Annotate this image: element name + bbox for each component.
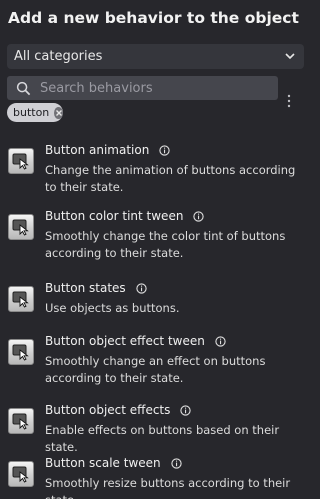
behavior-name: Button object effect tween (45, 334, 226, 348)
behavior-description: Use objects as buttons. (45, 301, 180, 315)
behavior-name: Button object effects (45, 403, 192, 417)
behavior-description: Smoothly change an effect on buttons acc… (45, 354, 266, 385)
behavior-description: Smoothly resize buttons according to the… (45, 476, 291, 499)
filter-chip[interactable]: button (7, 103, 63, 122)
info-icon[interactable] (136, 282, 147, 294)
button-behavior-icon (8, 286, 34, 312)
chevron-down-icon (285, 53, 295, 60)
button-behavior-icon (8, 461, 34, 487)
behavior-description: Change the animation of buttons accordin… (45, 163, 296, 194)
more-options-icon[interactable] (285, 94, 293, 108)
info-icon[interactable] (180, 404, 192, 416)
search-icon (16, 81, 31, 95)
search-box[interactable] (7, 76, 278, 100)
info-icon[interactable] (159, 144, 170, 156)
behavior-name: Button states (45, 281, 147, 295)
button-behavior-icon (8, 214, 34, 240)
behavior-name: Button animation (45, 143, 170, 157)
info-icon[interactable] (193, 210, 205, 222)
chip-remove-icon[interactable] (54, 106, 63, 119)
filter-chip-label: button (13, 106, 50, 119)
category-select[interactable]: All categories (7, 44, 304, 69)
button-behavior-icon (8, 408, 34, 434)
info-icon[interactable] (170, 457, 182, 469)
search-input[interactable] (40, 80, 260, 96)
category-select-value: All categories (14, 49, 103, 64)
behavior-description: Enable effects on buttons based on their… (45, 423, 280, 454)
behavior-description: Smoothly change the color tint of button… (45, 229, 286, 260)
info-icon[interactable] (215, 335, 226, 347)
button-behavior-icon (8, 339, 34, 365)
dialog-title: Add a new behavior to the object (8, 9, 299, 27)
behavior-name: Button color tint tween (45, 209, 205, 223)
behavior-name: Button scale tween (45, 456, 182, 470)
button-behavior-icon (8, 148, 34, 174)
